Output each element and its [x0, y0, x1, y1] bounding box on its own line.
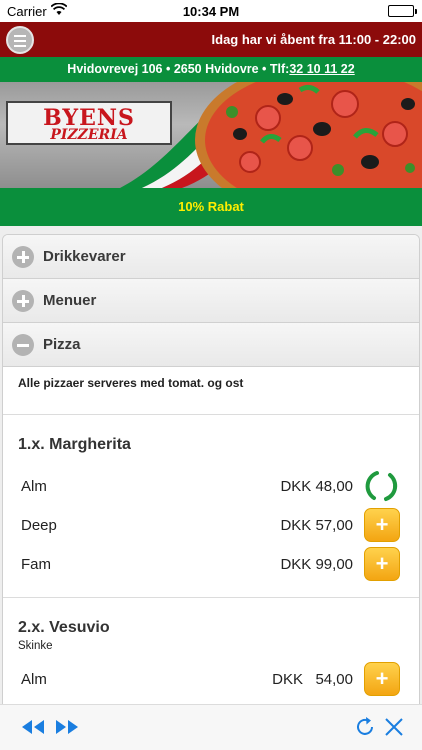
variant-price: DKK 48,00: [280, 478, 353, 495]
variant-name: Deep: [21, 517, 57, 534]
expand-plus-icon: [12, 290, 34, 312]
variant-row: Alm DKK 54,00 +: [3, 660, 419, 699]
fast-forward-icon[interactable]: [54, 715, 80, 744]
top-header: Idag har vi åbent fra 11:00 - 22:00: [0, 22, 422, 57]
category-pizza[interactable]: Pizza: [3, 323, 419, 367]
loading-spinner-icon: [362, 469, 400, 503]
discount-banner: 10% Rabat: [0, 188, 422, 226]
category-label: Pizza: [43, 336, 81, 353]
variant-name: Fam: [21, 556, 51, 573]
add-to-cart-button[interactable]: +: [364, 662, 400, 696]
variant-name: Alm: [21, 671, 47, 688]
category-label: Menuer: [43, 292, 97, 309]
hero-banner: BYENS PIZZERIA: [0, 82, 422, 188]
category-drikkevarer[interactable]: Drikkevarer: [3, 235, 419, 279]
variant-row: Fam DKK 99,00 +: [3, 545, 419, 584]
category-accordion: Drikkevarer Menuer Pizza Alle pizzaer se…: [2, 234, 420, 704]
bottom-toolbar: [0, 704, 422, 750]
clock: 10:34 PM: [182, 4, 240, 19]
address-text: Hvidovrevej 106 • 2650 Hvidovre • Tlf:: [67, 62, 290, 76]
expand-plus-icon: [12, 246, 34, 268]
hamburger-menu-icon[interactable]: [6, 26, 34, 54]
variant-name: Alm: [21, 478, 47, 495]
battery-icon: [388, 5, 417, 17]
variant-row: Alm DKK 48,00: [3, 467, 419, 506]
variant-price: DKK 99,00: [280, 556, 353, 573]
logo-subtitle: PIZZERIA: [50, 127, 128, 143]
product-vesuvio: 2.x. Vesuvio Skinke Alm DKK 54,00 +: [3, 598, 419, 704]
phone-link[interactable]: 32 10 11 22: [289, 62, 354, 76]
category-menuer[interactable]: Menuer: [3, 279, 419, 323]
product-description: Skinke: [18, 640, 53, 652]
status-bar: Carrier 10:34 PM: [0, 0, 422, 22]
category-note: Alle pizzaer serveres med tomat. og ost: [3, 367, 419, 415]
close-icon[interactable]: [382, 715, 406, 744]
variant-price: DKK 54,00: [272, 671, 353, 688]
rewind-icon[interactable]: [20, 715, 46, 744]
variant-row: Deep DKK 57,00 +: [3, 506, 419, 545]
variant-price: DKK 57,00: [280, 517, 353, 534]
add-to-cart-button[interactable]: +: [364, 547, 400, 581]
add-to-cart-button[interactable]: +: [364, 508, 400, 542]
refresh-icon[interactable]: [353, 715, 377, 744]
product-title: 1.x. Margherita: [18, 436, 131, 453]
product-margherita: 1.x. Margherita Alm DKK 48,00 Deep DKK 5…: [3, 415, 419, 598]
address-bar: Hvidovrevej 106 • 2650 Hvidovre • Tlf:32…: [0, 57, 422, 82]
collapse-minus-icon: [12, 334, 34, 356]
menu-content[interactable]: Drikkevarer Menuer Pizza Alle pizzaer se…: [0, 226, 422, 704]
opening-hours: Idag har vi åbent fra 11:00 - 22:00: [211, 32, 416, 47]
category-label: Drikkevarer: [43, 248, 126, 265]
restaurant-logo: BYENS PIZZERIA: [6, 101, 172, 145]
